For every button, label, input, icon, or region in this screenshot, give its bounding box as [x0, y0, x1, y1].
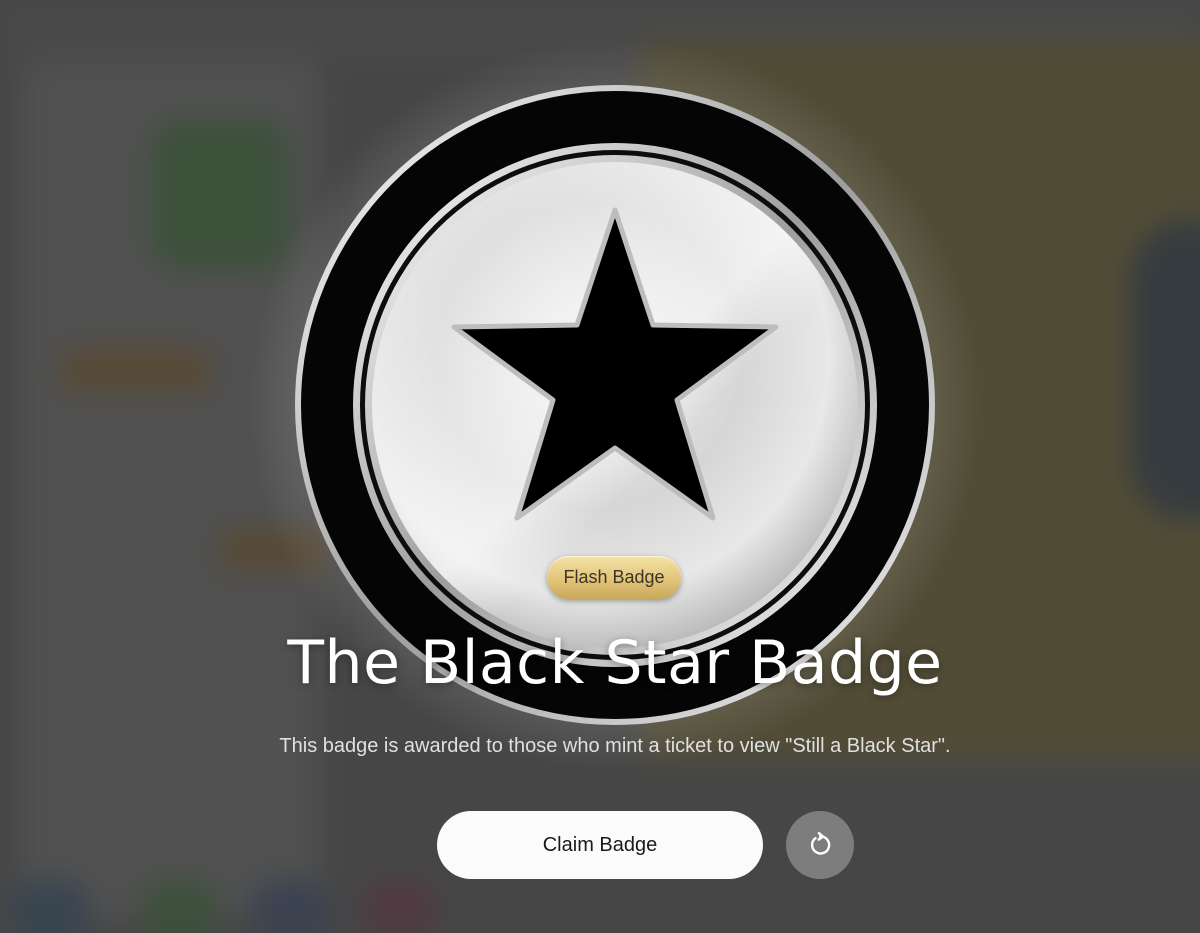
flash-badge-label: Flash Badge	[563, 567, 665, 587]
badge-description: This badge is awarded to those who mint …	[279, 735, 951, 757]
flash-badge-tag: Flash Badge	[547, 556, 681, 599]
refresh-button[interactable]	[786, 811, 854, 879]
claim-badge-button[interactable]: Claim Badge	[437, 811, 763, 879]
refresh-icon	[810, 832, 831, 855]
badge-claim-screen: Flash Badge The Black Star Badge This ba…	[0, 0, 1200, 933]
badge-title: The Black Star Badge	[287, 628, 943, 698]
claim-badge-label: Claim Badge	[542, 833, 658, 856]
